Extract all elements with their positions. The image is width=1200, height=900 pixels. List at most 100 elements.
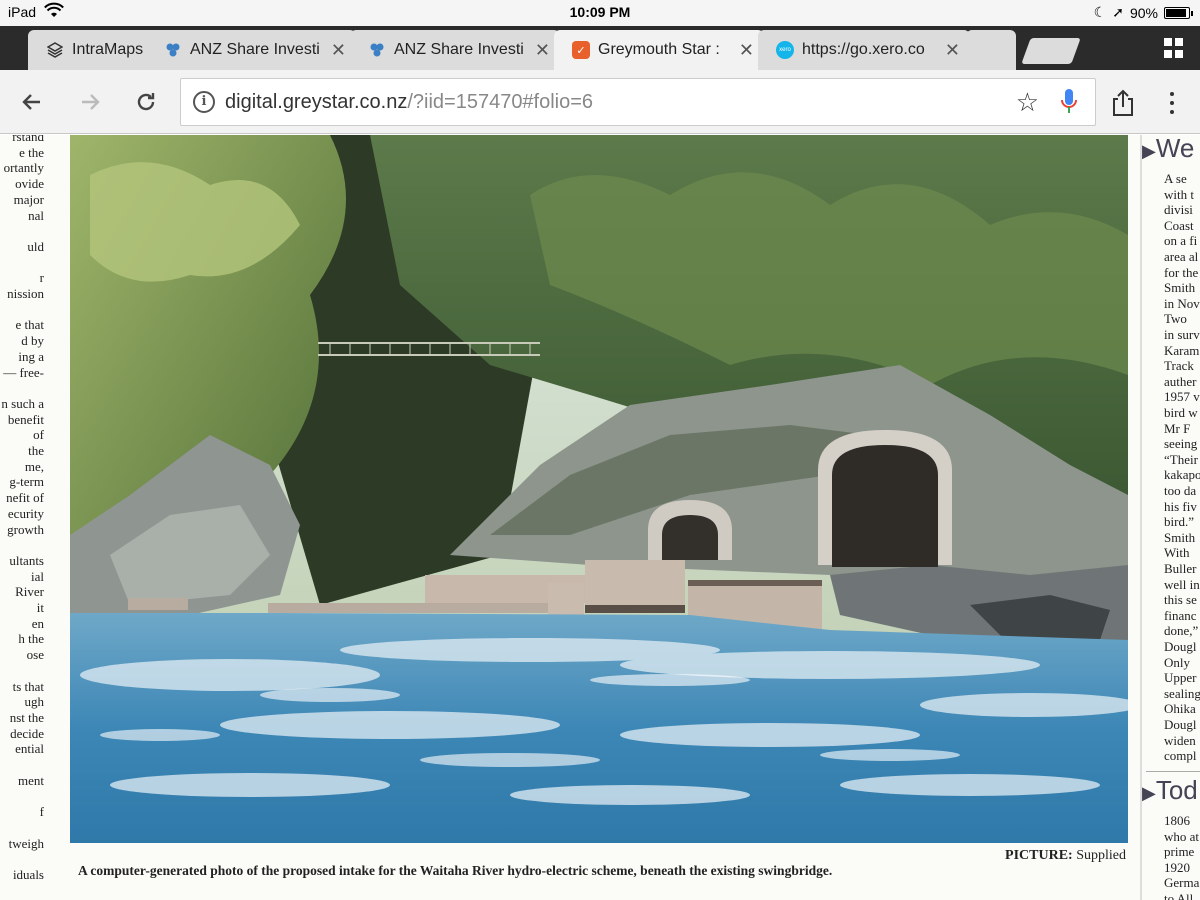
credit-value: Supplied [1076,848,1126,863]
browser-toolbar: i digital.greystar.co.nz/?iid=157470#fol… [0,70,1200,134]
column-text-line: ential [15,741,44,757]
column-text-line: Dougl [1164,717,1197,732]
column-text-line: me, [24,458,44,474]
column-text-line: A se [1164,171,1187,186]
anz-icon [164,41,182,59]
column-text-line: Coast [1164,217,1194,233]
column-text-line: ment [18,772,44,788]
newspaper-page: rstand e the ortantly ovide major nal uld r niss… [0,135,1200,900]
column-text-line: h the [18,631,44,647]
url-text[interactable]: digital.greystar.co.nz/?iid=157470#folio… [225,91,593,114]
column-text-line: With [1164,545,1190,561]
column-text-line: widen [1164,732,1196,748]
column-text-line: divisi [1164,202,1193,218]
battery-percent: 90% [1129,4,1158,21]
clock: 10:09 PM [569,4,631,20]
address-bar[interactable]: i digital.greystar.co.nz/?iid=157470#fol… [180,78,1096,126]
url-path: /?iid=157470#folio=6 [407,91,594,113]
new-tab-button[interactable] [1021,38,1081,64]
column-text-line: major [13,191,44,207]
column-text-line: benefit [7,411,44,427]
column-text-line: Ohika [1164,701,1196,717]
column-text-line: bird.” [1164,514,1194,530]
reload-button[interactable] [128,84,164,120]
close-icon[interactable]: ✕ [945,40,960,61]
column-text-line: in surv [1164,327,1200,342]
column-text-line: seeing [1164,436,1198,452]
column-text-line: Germa [1164,875,1200,891]
tab-label: https://go.xero.co [802,41,925,58]
column-text-line: auther [1164,373,1197,389]
section-divider [1146,771,1200,772]
column-text-line: nst the [9,709,44,725]
column-text-line: ortantly [3,160,44,176]
tab-strip: IntraMaps ANZ Share Investi ✕ ANZ Share … [0,26,1200,70]
column-text-line: 1806 [1164,813,1190,828]
column-text-line: — free- [3,364,44,380]
column-text-line: d by [21,333,44,349]
column-text-line: on a fi [1164,233,1198,249]
tab-xero[interactable]: xero https://go.xero.co ✕ [758,30,970,70]
column-text-line: Karam [1164,342,1200,358]
column-text-line: ovide [15,176,44,192]
column-text-line: e the [19,144,44,160]
layers-icon [46,41,64,59]
column-text-line: bird w [1164,405,1198,420]
tab-switcher-icon[interactable] [1164,38,1184,58]
column-text-line: Smith [1164,280,1196,296]
tab-greymouth-star[interactable]: ✓ Greymouth Star : ✕ [554,30,764,70]
column-text-line: Track [1164,358,1194,374]
column-text-line: to All [1164,891,1194,900]
back-button[interactable] [14,84,50,120]
column-text-line: financ [1164,607,1197,623]
forward-button[interactable] [72,84,108,120]
column-text-line: ecurity [7,505,44,521]
column-text-line: iduals [12,866,44,882]
share-icon[interactable] [1108,88,1138,118]
column-text-line: kakapo [1164,467,1200,483]
column-text-line: nal [28,207,44,223]
column-text-line: who at [1164,828,1200,844]
column-text-line: Dougl [1164,639,1197,654]
column-text-line: rstand [12,135,44,144]
column-text-line: growth [7,521,44,537]
right-article-column: ▶We A se with t divisi Coast on a fi area al f… [1140,135,1200,900]
column-text-line: r [39,270,44,286]
tab-anz-1[interactable]: ANZ Share Investi ✕ [146,30,356,70]
photo-credit: PICTURE: Supplied [1005,848,1126,864]
column-text-line: decide [10,725,44,741]
greystar-icon: ✓ [572,41,590,59]
microphone-icon[interactable] [1059,87,1079,117]
column-text-line: River [15,584,44,600]
credit-label: PICTURE: [1005,848,1073,863]
column-text-line: area al [1164,249,1199,264]
column-text-line: too da [1164,483,1197,498]
anz-icon [368,41,386,59]
info-icon[interactable]: i [193,91,215,113]
column-text-line: the [28,443,44,458]
section-heading: ▶We [1142,135,1194,164]
column-text-line: it [36,600,44,615]
column-text-line: in Nov [1164,295,1200,311]
reload-icon [137,93,155,111]
close-icon[interactable]: ✕ [739,40,754,61]
tab-stub[interactable] [966,30,1016,70]
column-text-line: 1957 v [1164,389,1200,405]
close-icon[interactable]: ✕ [331,40,346,61]
status-right-group: ☾ ➚ 90% [1094,4,1193,21]
location-arrow-icon: ➚ [1112,4,1124,20]
tab-anz-2[interactable]: ANZ Share Investi ✕ [350,30,560,70]
column-text-line: nefit of [6,490,44,506]
tab-label: ANZ Share Investi [394,41,524,58]
column-text-line: done,” [1164,623,1199,639]
section-heading: ▶Tod [1142,775,1198,806]
column-text-line: compl [1164,748,1197,764]
column-text-line: e that [15,317,44,333]
overflow-menu-icon[interactable] [1160,88,1184,118]
bookmark-star-icon[interactable]: ☆ [1016,87,1039,118]
close-icon[interactable]: ✕ [535,40,550,61]
column-text-line: 1920 [1164,859,1190,875]
column-text-line: en [31,615,44,631]
forward-arrow-icon [82,94,100,110]
column-text-line: ts that [12,678,44,694]
